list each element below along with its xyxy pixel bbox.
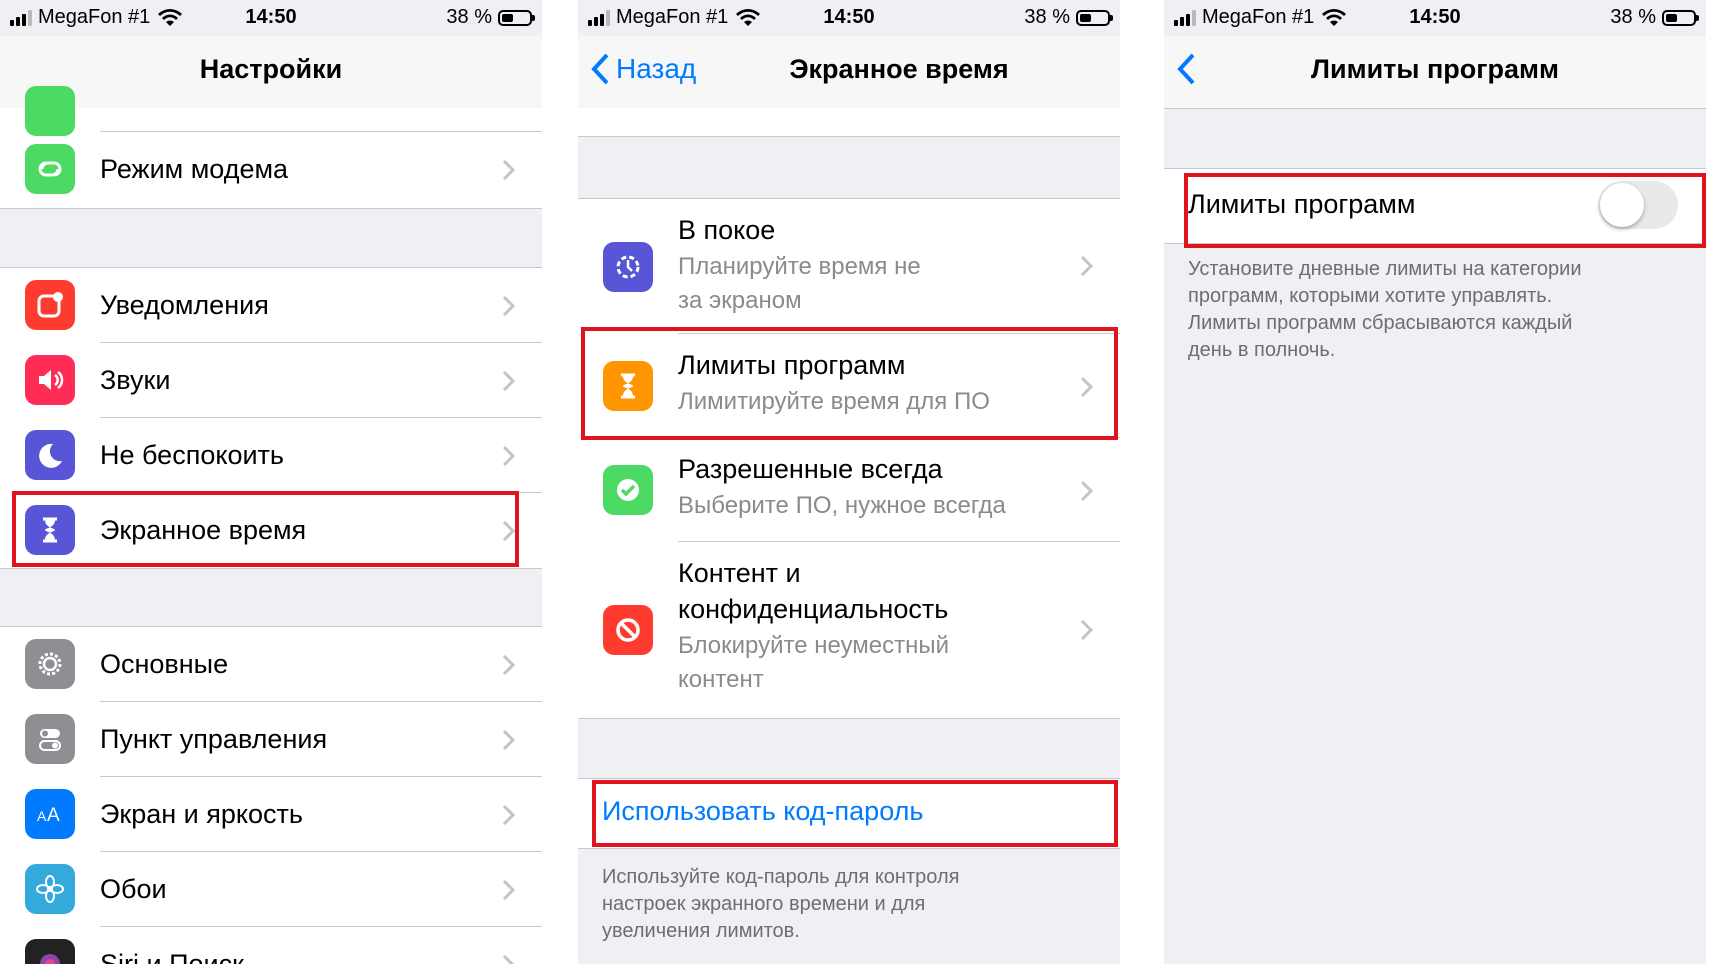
nav-bar: Лимиты программ [1164,36,1706,109]
status-bar: MegaFon #1 14:50 38 % [578,0,1120,36]
footer-line: увеличения лимитов. [602,920,800,942]
option-label: Разрешенные всегда [678,454,943,484]
sidebar-item-label: Основные [100,649,229,679]
status-bar: MegaFon #1 14:50 38 % [1164,0,1706,36]
footer-line: Используйте код-пароль для контроля [602,866,960,888]
option-label: В покое [678,215,776,245]
sidebar-item-label: Не беспокоить [100,440,284,470]
chevron-right-icon [502,729,516,751]
sidebar-item-do-not-disturb[interactable]: Не беспокоить [0,418,542,493]
sidebar-item-label: Уведомления [100,290,269,320]
screen-time-screen: MegaFon #1 14:50 38 % Назад Экранное вре… [578,0,1120,964]
battery: 38 % [446,6,535,29]
highlight-app-limits-toggle [1184,173,1706,248]
option-always-allowed[interactable]: Разрешенные всегда Выберите ПО, нужное в… [578,438,1120,542]
sidebar-item-control-center[interactable]: Пункт управления [0,702,542,777]
notifications-icon [25,280,75,330]
option-label-line2: конфиденциальность [678,594,949,624]
battery-icon [1662,9,1699,26]
option-subtitle: Блокируйте неуместный [678,632,950,659]
svg-text:A: A [37,808,47,824]
chevron-right-icon [502,295,516,317]
battery-percent: 38 % [1610,6,1656,28]
option-subtitle: контент [678,666,764,693]
battery: 38 % [1024,6,1113,29]
passcode-footer: Используйте код-пароль для контроля наст… [602,864,1096,945]
sidebar-item-siri[interactable]: Siri и Поиск [0,927,542,964]
chevron-left-icon [591,53,609,85]
footer-line: Установите дневные лимиты на категории [1188,258,1582,280]
option-downtime[interactable]: В покое Планируйте время не за экраном [578,199,1120,334]
option-subtitle: Выберите ПО, нужное всегда [678,492,1006,519]
highlight-app-limits [581,327,1118,440]
chevron-right-icon [502,879,516,901]
status-bar: MegaFon #1 14:50 38 % [0,0,542,36]
battery-percent: 38 % [1024,6,1070,28]
sidebar-item-general[interactable]: Основные [0,627,542,702]
sidebar-item-label: Siri и Поиск [100,949,244,964]
siri-icon [25,939,75,964]
sidebar-item-label: Экран и яркость [100,799,303,829]
downtime-icon [603,242,653,292]
battery-icon [1076,9,1113,26]
gear-icon [25,639,75,689]
chevron-right-icon [1080,480,1094,502]
chevron-right-icon [502,370,516,392]
option-subtitle: Планируйте время не [678,253,921,280]
sidebar-item-wallpaper[interactable]: Обои [0,852,542,927]
battery: 38 % [1610,6,1699,29]
nav-bar: Настройки [0,36,542,109]
page-title: Лимиты программ [1311,54,1559,84]
app-limits-footer: Установите дневные лимиты на категории п… [1188,256,1682,364]
option-label: Контент и [678,558,801,588]
sidebar-item-label: Обои [100,874,167,904]
footer-line: программ, которыми хотите управлять. [1188,285,1553,307]
sidebar-item-sounds[interactable]: Звуки [0,343,542,418]
sidebar-item-label: Звуки [100,365,171,395]
battery-icon [498,9,535,26]
sidebar-item-notifications[interactable]: Уведомления [0,268,542,343]
svg-text:A: A [47,805,60,826]
settings-group-network: Режим модема [0,86,542,209]
chevron-right-icon [502,159,516,181]
chevron-right-icon [1080,619,1094,641]
page-title: Экранное время [789,54,1009,84]
highlight-screen-time [12,491,519,567]
sidebar-item-label: Пункт управления [100,724,328,754]
chevron-right-icon [502,804,516,826]
settings-screen: MegaFon #1 14:50 38 % Настройки Режим мо… [0,0,542,964]
option-content-privacy[interactable]: Контент и конфиденциальность Блокируйте … [578,542,1120,718]
restrict-icon [603,605,653,655]
screen-time-options: В покое Планируйте время не за экраном Л… [578,198,1120,719]
chevron-right-icon [1080,255,1094,277]
link-icon [25,144,75,194]
footer-line: день в полночь. [1188,339,1336,361]
sidebar-item-display[interactable]: AA Экран и яркость [0,777,542,852]
page-title: Настройки [199,54,343,84]
switches-icon [25,714,75,764]
speaker-icon [25,355,75,405]
flower-icon [25,864,75,914]
checkmark-badge-icon [603,465,653,515]
nav-bar: Назад Экранное время [578,36,1120,109]
chevron-right-icon [502,954,515,964]
app-limits-screen: MegaFon #1 14:50 38 % Лимиты программ Ли… [1164,0,1706,964]
highlight-passcode [592,780,1118,847]
moon-icon [25,430,75,480]
chevron-right-icon [502,654,516,676]
partial-group [578,108,1120,137]
sidebar-item-label: Режим модема [100,154,289,184]
option-subtitle: за экраном [678,287,802,314]
battery-percent: 38 % [446,6,492,28]
chevron-right-icon [502,445,516,467]
footer-line: настроек экранного времени и для [602,893,926,915]
footer-line: Лимиты программ сбрасываются каждый [1188,312,1573,334]
sidebar-item-modem[interactable]: Режим модема [0,132,542,208]
text-size-icon: AA [25,789,75,839]
settings-group-general: Основные Пункт управления AA Экран и ярк… [0,626,542,964]
